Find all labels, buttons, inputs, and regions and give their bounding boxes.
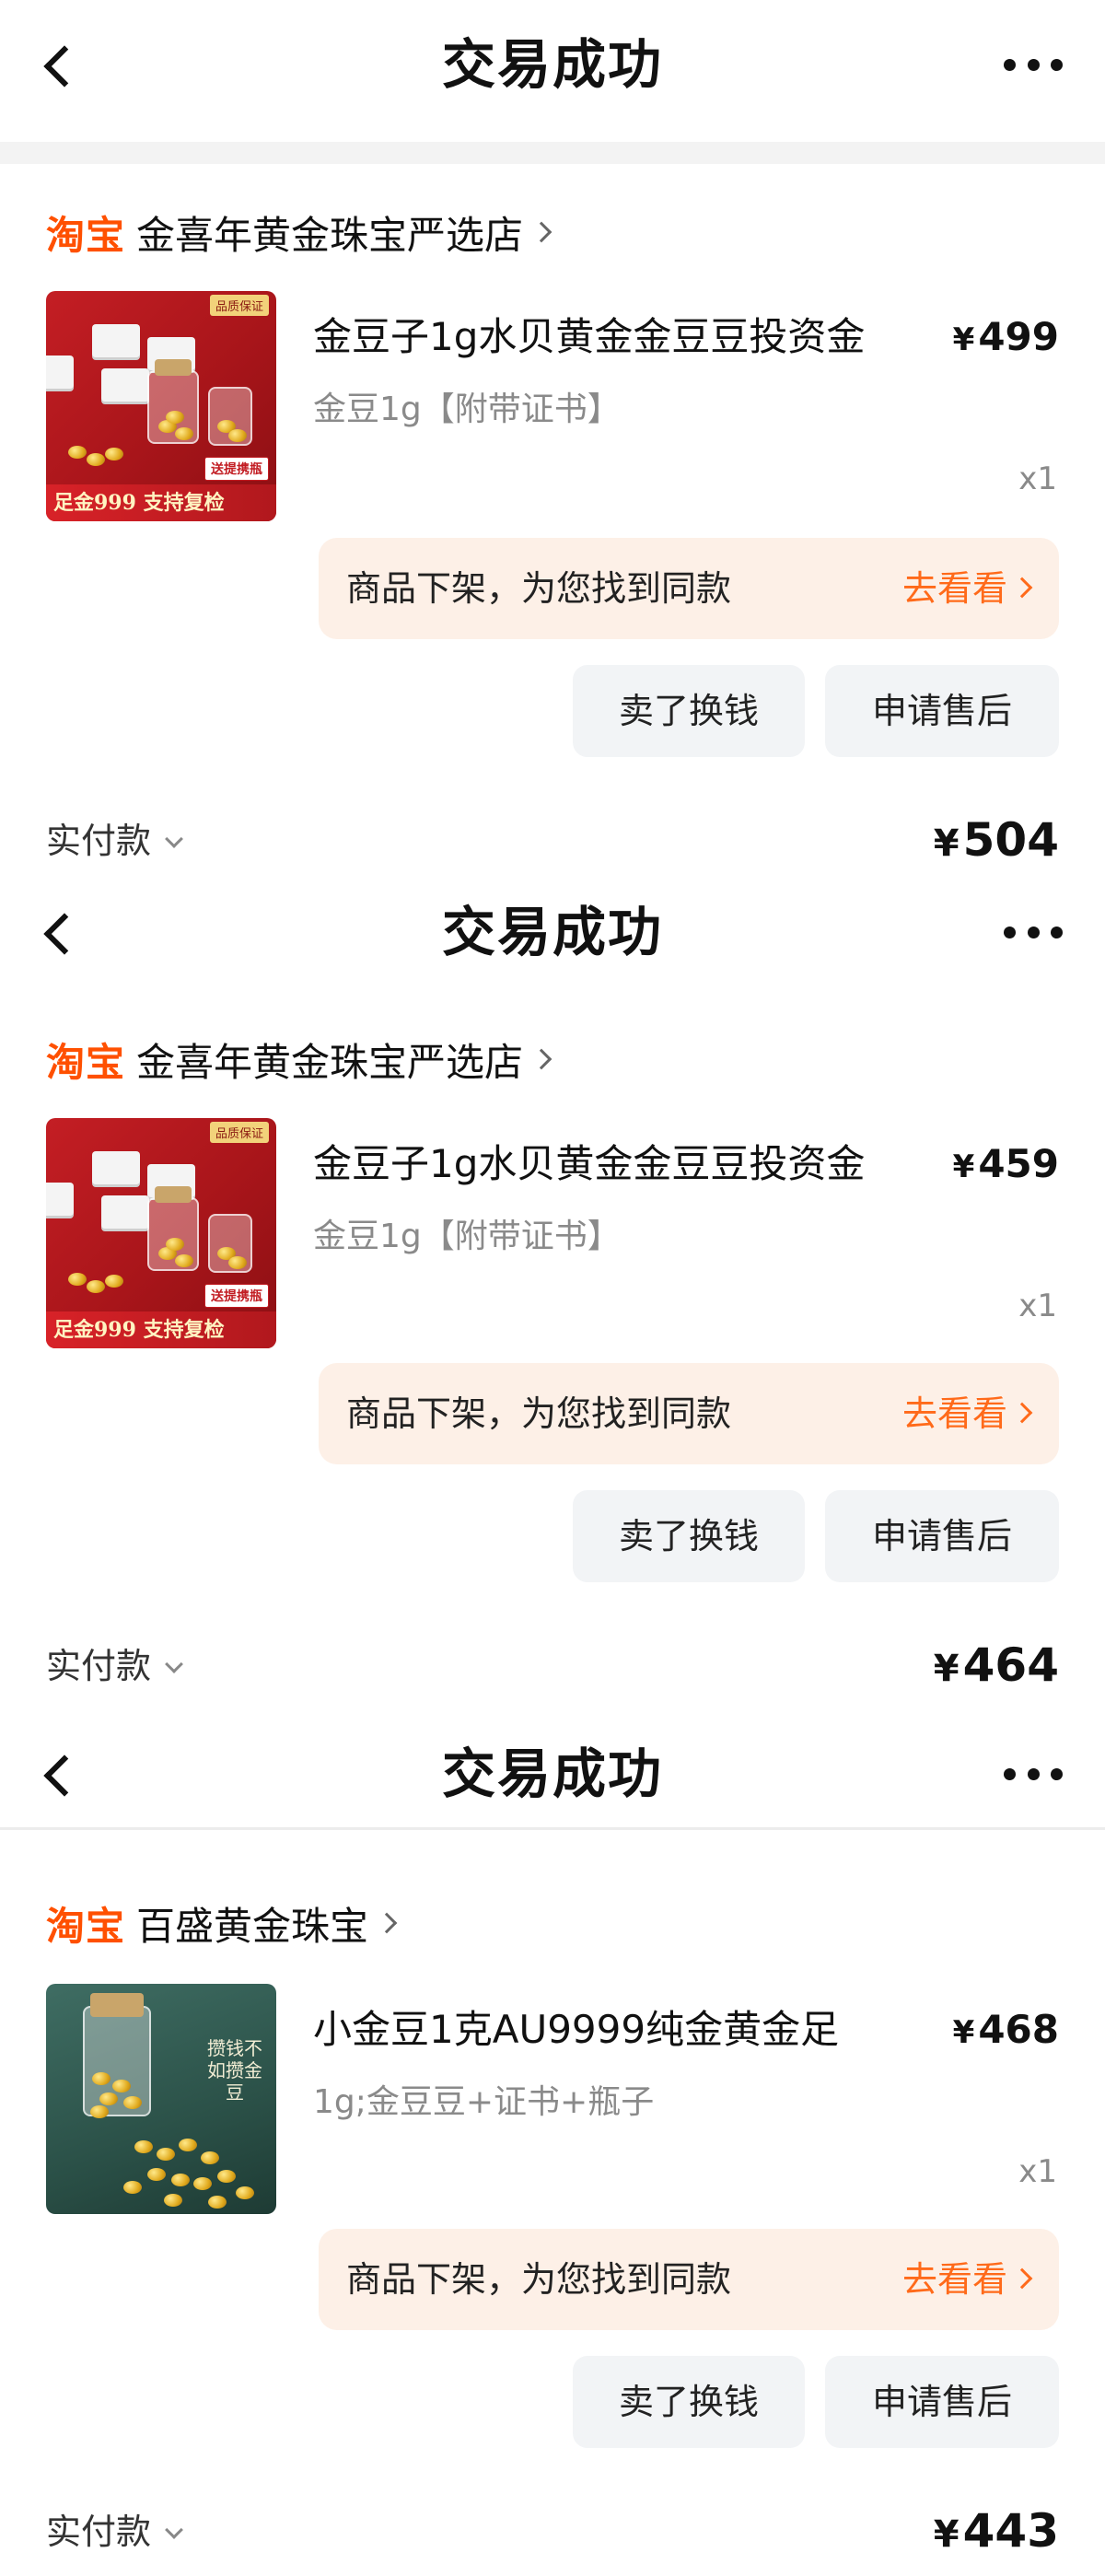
page-title: 交易成功 bbox=[441, 901, 663, 963]
taobao-logo: 淘宝 bbox=[46, 1903, 126, 1949]
chevron-right-icon bbox=[1011, 2267, 1033, 2290]
shop-link[interactable]: 淘宝 金喜年黄金珠宝严选店 bbox=[46, 1022, 552, 1096]
taobao-logo: 淘宝 bbox=[46, 1039, 126, 1085]
chevron-right-icon bbox=[530, 221, 552, 243]
product-price: ¥499 bbox=[952, 314, 1059, 359]
chevron-right-icon bbox=[376, 1912, 398, 1934]
nav-header: 交易成功 bbox=[0, 875, 1105, 997]
delisted-notice[interactable]: 商品下架，为您找到同款 去看看 bbox=[319, 538, 1059, 639]
chevron-right-icon bbox=[1011, 1402, 1033, 1424]
shop-link[interactable]: 淘宝 金喜年黄金珠宝严选店 bbox=[46, 195, 552, 269]
chevron-right-icon bbox=[1011, 577, 1033, 599]
product-title[interactable]: 金豆子1g水贝黄金金豆豆投资金 bbox=[313, 311, 865, 363]
more-options-icon[interactable] bbox=[1004, 57, 1063, 72]
chevron-right-icon bbox=[530, 1048, 552, 1070]
chevron-down-icon bbox=[165, 1655, 183, 1673]
after-sales-button[interactable]: 申请售后 bbox=[825, 2356, 1059, 2448]
image-slogan: 攒钱不如攒金豆 bbox=[207, 2037, 262, 2104]
section-divider bbox=[0, 142, 1105, 164]
image-badge: 品质保证 bbox=[209, 295, 269, 316]
sell-for-cash-button[interactable]: 卖了换钱 bbox=[573, 1490, 805, 1582]
go-see-link[interactable]: 去看看 bbox=[902, 1363, 1007, 1464]
page-title: 交易成功 bbox=[441, 1743, 663, 1805]
paid-amount: ¥443 bbox=[933, 2504, 1059, 2558]
sell-for-cash-button[interactable]: 卖了换钱 bbox=[573, 665, 805, 757]
order-screen-3: 交易成功 淘宝 百盛黄金珠宝 攒钱不如攒金豆 小金豆1克AU9999纯金黄金足 … bbox=[0, 1713, 1105, 2576]
notice-text: 商品下架，为您找到同款 bbox=[346, 1393, 732, 1434]
after-sales-button[interactable]: 申请售后 bbox=[825, 665, 1059, 757]
product-spec: 金豆1g【附带证书】 bbox=[313, 1218, 621, 1255]
nav-header: 交易成功 bbox=[0, 0, 1105, 129]
notice-text: 商品下架，为您找到同款 bbox=[346, 568, 732, 609]
section-divider bbox=[0, 1827, 1105, 1830]
image-gift-badge: 送提携瓶 bbox=[204, 1284, 269, 1308]
notice-text: 商品下架，为您找到同款 bbox=[346, 2259, 732, 2300]
more-options-icon[interactable] bbox=[1004, 925, 1063, 939]
product-spec: 1g;金豆豆+证书+瓶子 bbox=[313, 2083, 655, 2121]
go-see-link[interactable]: 去看看 bbox=[902, 2229, 1007, 2330]
shop-name: 百盛黄金珠宝 bbox=[136, 1903, 369, 1949]
shop-link[interactable]: 淘宝 百盛黄金珠宝 bbox=[46, 1886, 398, 1960]
more-options-icon[interactable] bbox=[1004, 1766, 1063, 1781]
product-price: ¥459 bbox=[952, 1141, 1059, 1186]
sell-for-cash-button[interactable]: 卖了换钱 bbox=[573, 2356, 805, 2448]
delisted-notice[interactable]: 商品下架，为您找到同款 去看看 bbox=[319, 2229, 1059, 2330]
paid-label[interactable]: 实付款 bbox=[46, 818, 183, 864]
after-sales-button[interactable]: 申请售后 bbox=[825, 1490, 1059, 1582]
product-quantity: x1 bbox=[1018, 1288, 1057, 1324]
product-price: ¥468 bbox=[952, 2007, 1059, 2052]
paid-label[interactable]: 实付款 bbox=[46, 2509, 183, 2555]
product-quantity: x1 bbox=[1018, 460, 1057, 497]
shop-name: 金喜年黄金珠宝严选店 bbox=[136, 212, 524, 258]
order-screen-1: 交易成功 淘宝 金喜年黄金珠宝严选店 品质保证 送提携瓶 足金999 支持复检 … bbox=[0, 0, 1105, 875]
product-quantity: x1 bbox=[1018, 2153, 1057, 2190]
image-badge: 品质保证 bbox=[209, 1122, 269, 1143]
image-gift-badge: 送提携瓶 bbox=[204, 457, 269, 481]
image-banner-text: 足金999 支持复检 bbox=[53, 491, 225, 515]
product-title[interactable]: 小金豆1克AU9999纯金黄金足 bbox=[313, 2004, 839, 2056]
nav-header: 交易成功 bbox=[0, 1713, 1105, 1838]
product-image[interactable]: 品质保证 送提携瓶 足金999 支持复检 bbox=[46, 291, 276, 521]
paid-amount: ¥464 bbox=[933, 1638, 1059, 1692]
chevron-down-icon bbox=[165, 2521, 183, 2539]
shop-name: 金喜年黄金珠宝严选店 bbox=[136, 1039, 524, 1085]
order-screen-2: 交易成功 淘宝 金喜年黄金珠宝严选店 品质保证 送提携瓶 足金999 支持复检 … bbox=[0, 875, 1105, 1713]
paid-amount: ¥504 bbox=[933, 813, 1059, 867]
product-title[interactable]: 金豆子1g水贝黄金金豆豆投资金 bbox=[313, 1138, 865, 1190]
delisted-notice[interactable]: 商品下架，为您找到同款 去看看 bbox=[319, 1363, 1059, 1464]
page-title: 交易成功 bbox=[441, 33, 663, 96]
taobao-logo: 淘宝 bbox=[46, 212, 126, 258]
product-spec: 金豆1g【附带证书】 bbox=[313, 390, 621, 428]
go-see-link[interactable]: 去看看 bbox=[902, 538, 1007, 639]
image-banner-text: 足金999 支持复检 bbox=[53, 1318, 225, 1342]
product-image[interactable]: 攒钱不如攒金豆 bbox=[46, 1984, 276, 2214]
chevron-down-icon bbox=[165, 830, 183, 848]
paid-label[interactable]: 实付款 bbox=[46, 1643, 183, 1689]
product-image[interactable]: 品质保证 送提携瓶 足金999 支持复检 bbox=[46, 1118, 276, 1348]
